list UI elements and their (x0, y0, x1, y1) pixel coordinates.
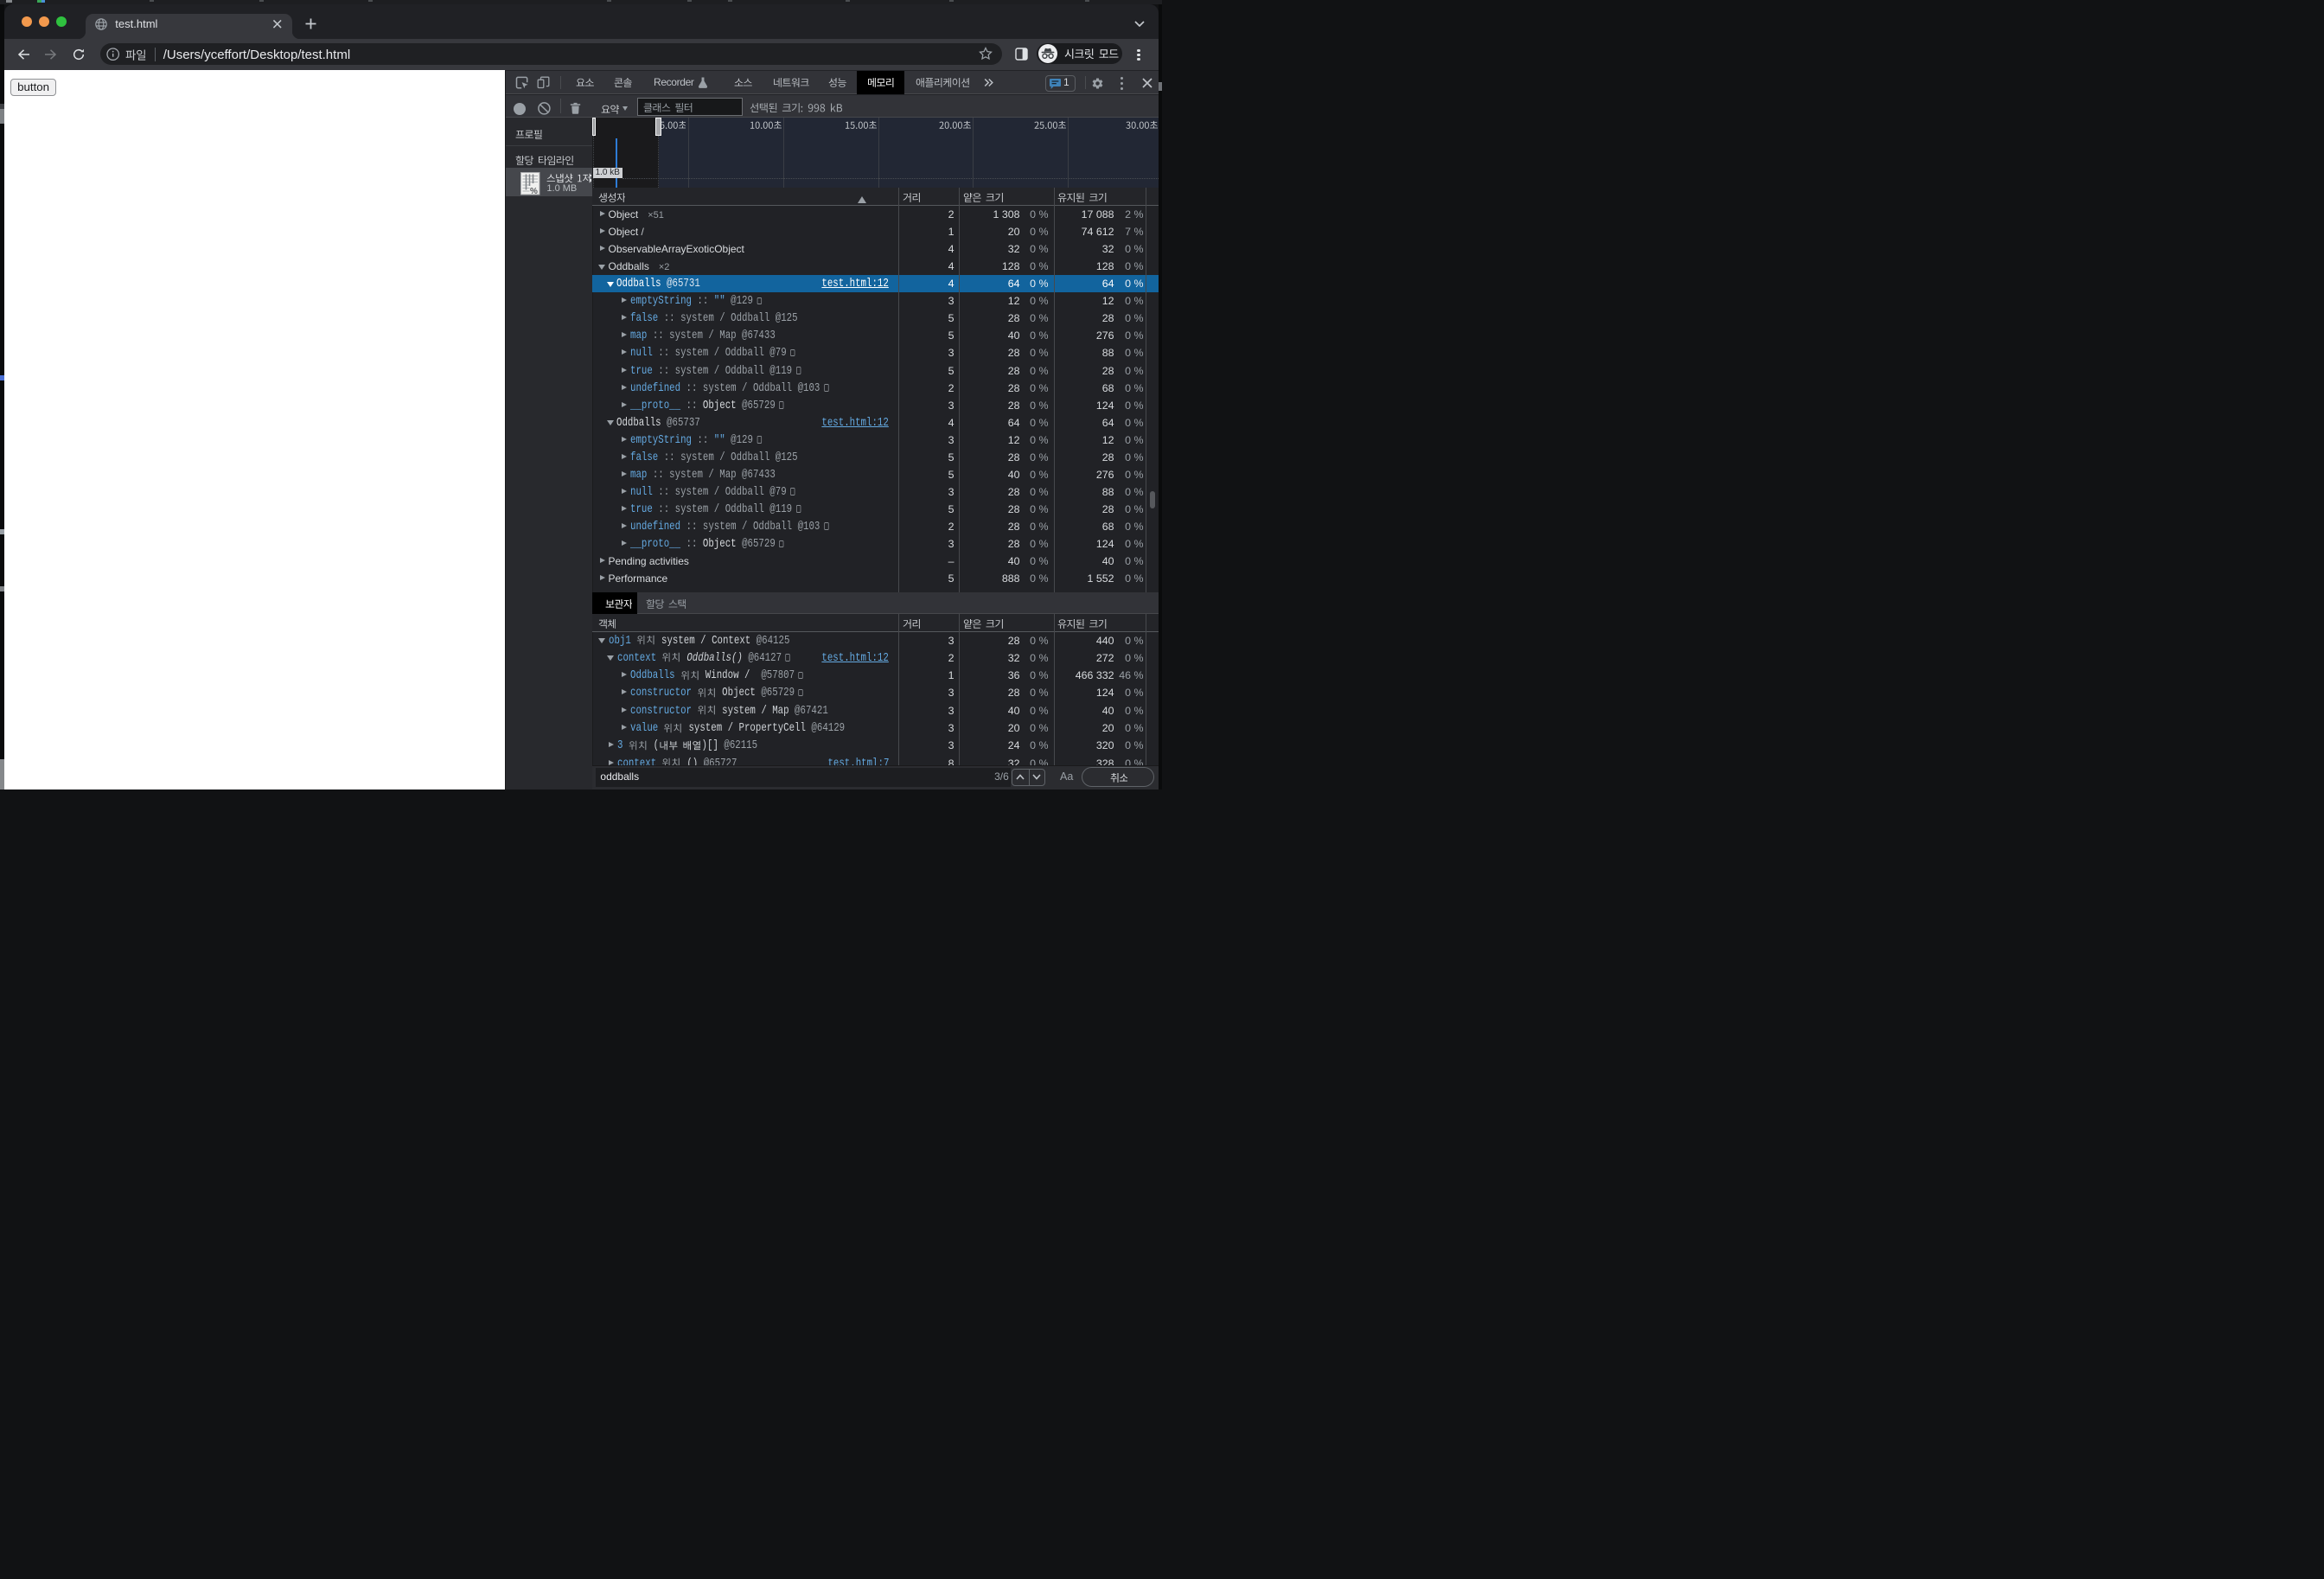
svg-text:%: % (530, 187, 538, 195)
